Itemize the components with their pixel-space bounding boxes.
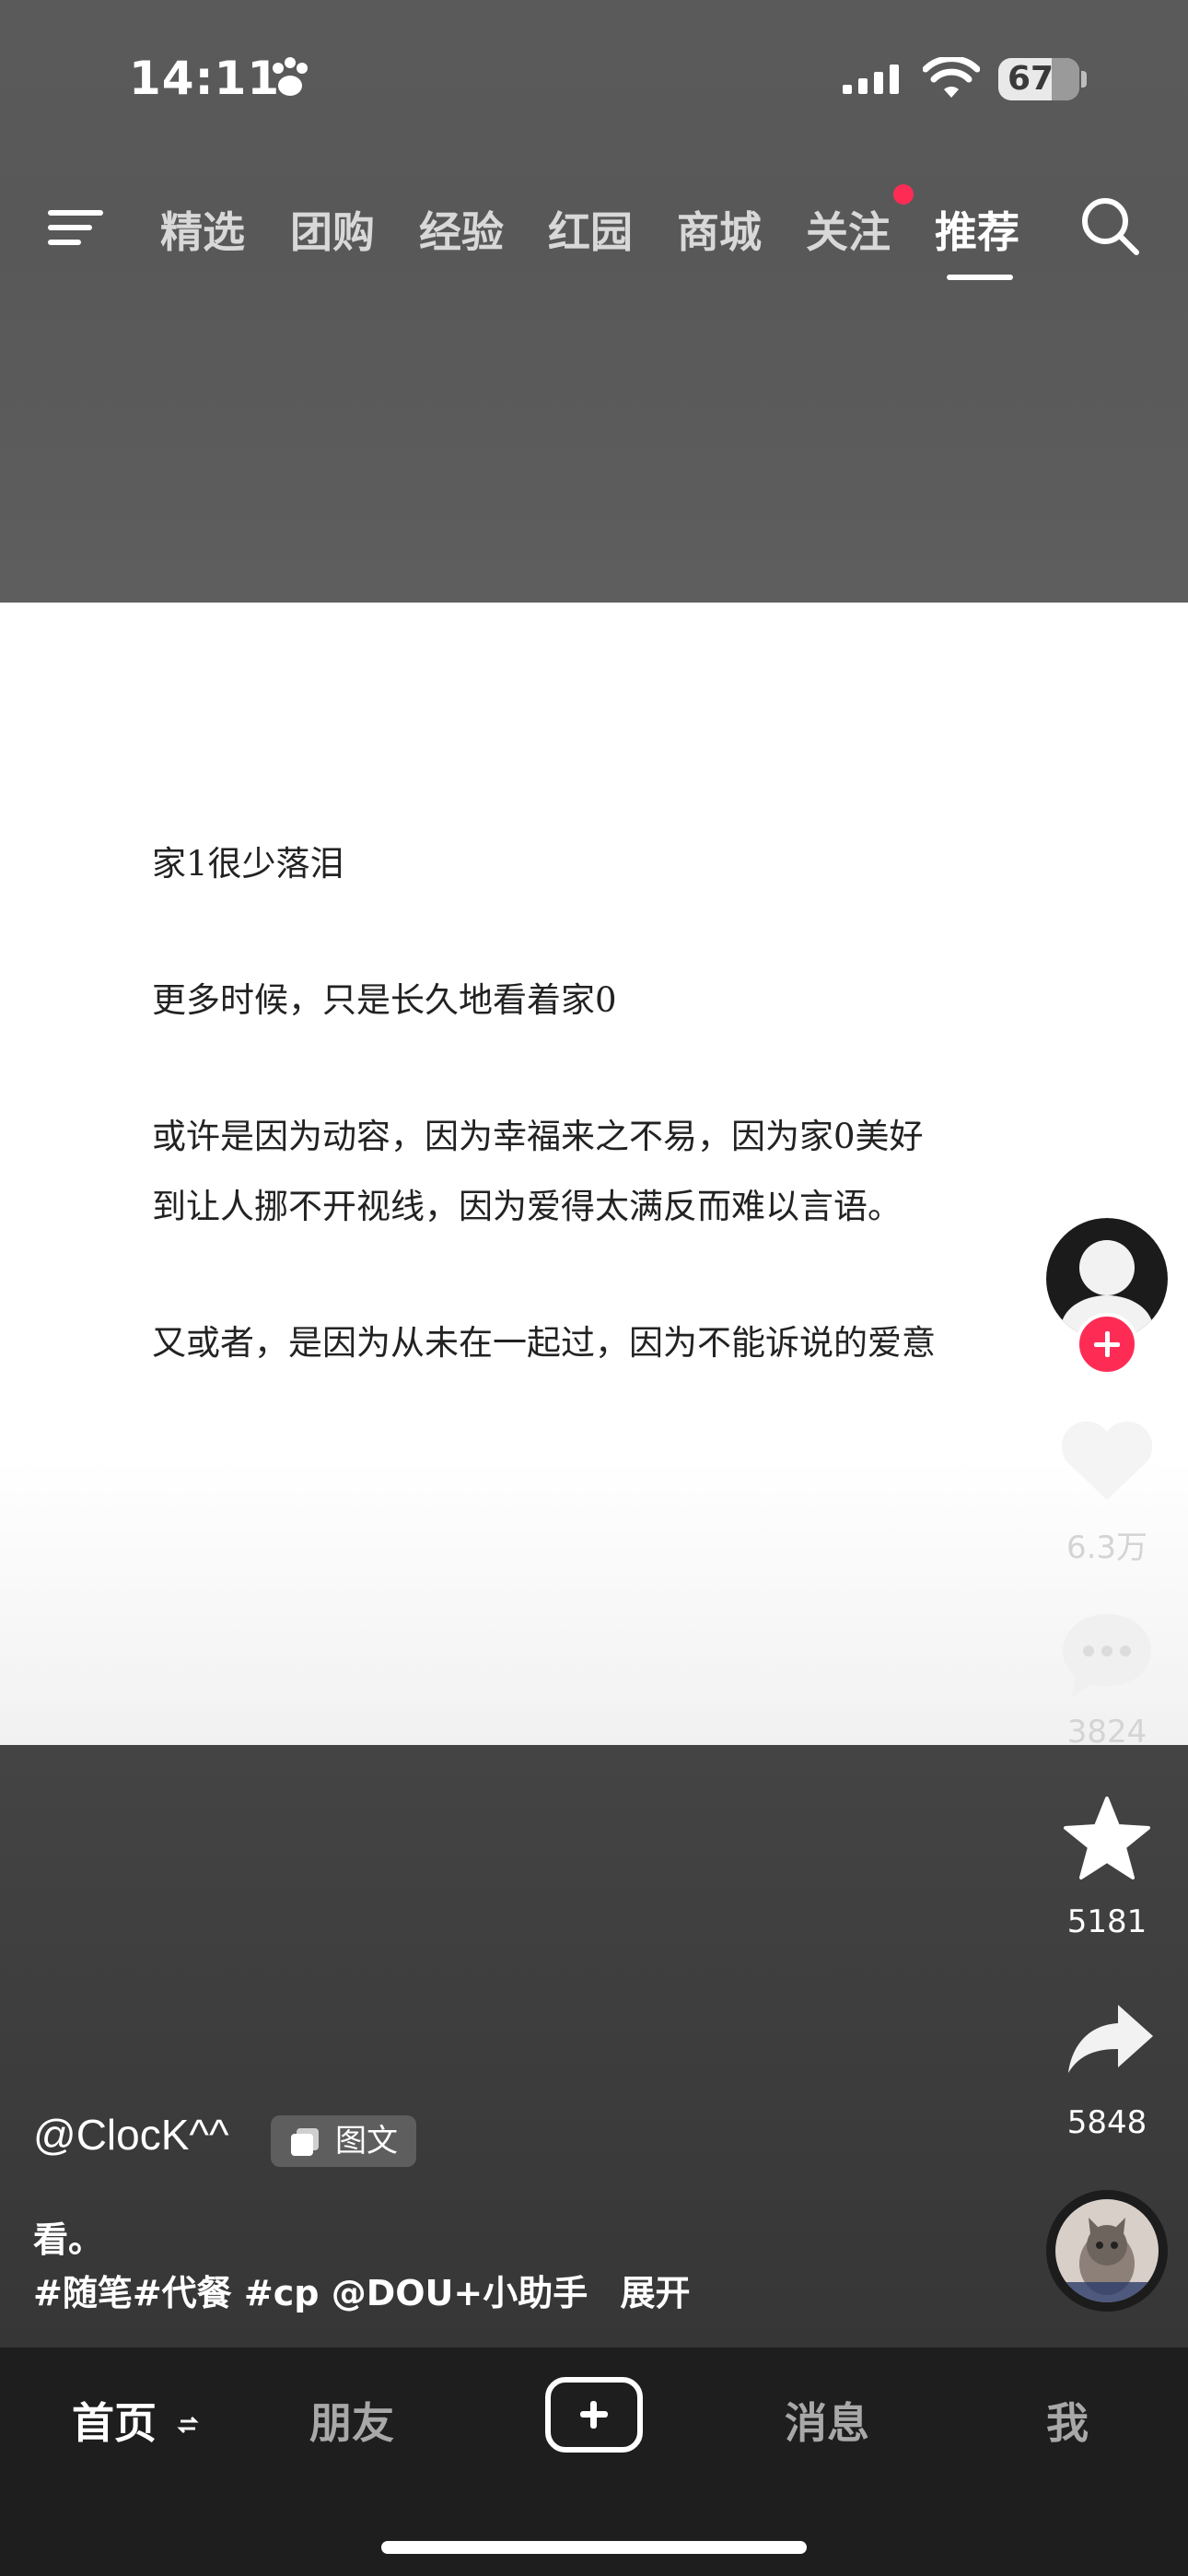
music-disc-avatar[interactable] — [1046, 2190, 1168, 2312]
tab-shangcheng[interactable]: 商城 — [677, 199, 762, 260]
expand-button[interactable]: 展开 — [620, 2273, 690, 2313]
plus-icon — [580, 2401, 608, 2429]
battery-level: 67 — [1007, 60, 1054, 98]
kitten-cover-image — [1055, 2199, 1159, 2302]
bottom-tab-bar: 首页 朋友 消息 我 — [0, 2348, 1188, 2576]
description-hashtags[interactable]: #随笔#代餐 #cp @DOU+小助手 — [33, 2273, 588, 2313]
post-paragraph-4: 又或者，是因为从未在一起过，因为不能诉说的爱意 — [152, 1323, 936, 1363]
active-tab-indicator — [947, 275, 1013, 280]
favorite-count: 5181 — [1066, 1903, 1147, 1940]
battery-tip — [1081, 71, 1087, 88]
tab-jingyan[interactable]: 经验 — [419, 199, 504, 260]
post-type-tag: 图文 — [271, 2115, 416, 2167]
favorite-star-icon[interactable] — [1061, 1795, 1153, 1883]
share-arrow-icon[interactable] — [1065, 2001, 1157, 2078]
image-text-icon — [291, 2128, 319, 2156]
tab-tuangou[interactable]: 团购 — [290, 199, 375, 260]
post-paragraph-2: 更多时候，只是长久地看着家0 — [152, 980, 617, 1020]
like-count: 6.3万 — [1066, 1529, 1148, 1566]
create-button[interactable] — [545, 2377, 643, 2453]
tabbar-home[interactable]: 首页 — [72, 2390, 199, 2451]
battery-empty-part — [1052, 58, 1079, 100]
share-count: 5848 — [1066, 2104, 1147, 2141]
tabbar-messages[interactable]: 消息 — [785, 2390, 869, 2451]
status-time: 14:11 — [129, 52, 281, 105]
post-paragraph-3b: 到让人挪不开视线，因为爱得太满反而难以言语。 — [152, 1187, 902, 1226]
comment-count: 3824 — [1066, 1714, 1147, 1751]
tab-tuijian[interactable]: 推荐 — [935, 199, 1019, 260]
search-icon[interactable] — [1077, 193, 1144, 260]
follow-notification-dot — [893, 184, 914, 205]
follow-button[interactable] — [1076, 1313, 1138, 1376]
wifi-icon — [923, 57, 980, 98]
paw-icon — [273, 57, 308, 96]
author-name[interactable]: @ClocK^^ — [33, 2110, 229, 2160]
home-indicator — [381, 2541, 807, 2554]
post-paragraph-3a: 或许是因为动容，因为幸福来之不易，因为家0美好 — [152, 1117, 924, 1156]
cellular-signal-icon — [843, 64, 899, 94]
description-line-1: 看。 — [33, 2219, 104, 2260]
post-image-card[interactable]: 家1很少落泪 更多时候，只是长久地看着家0 或许是因为动容，因为幸福来之不易，因… — [0, 603, 1188, 1745]
status-bar: 14:11 67 — [0, 0, 1188, 161]
tab-hongyuan[interactable]: 红园 — [548, 199, 633, 260]
top-nav: 精选 团购 经验 红园 商城 关注 推荐 — [0, 175, 1188, 286]
menu-icon[interactable] — [46, 203, 107, 252]
tab-jingxuan[interactable]: 精选 — [160, 199, 245, 260]
tabbar-friends[interactable]: 朋友 — [309, 2390, 394, 2451]
tab-guanzhu[interactable]: 关注 — [806, 199, 891, 260]
tabbar-home-label: 首页 — [72, 2398, 157, 2448]
battery-indicator: 67 — [998, 58, 1079, 100]
description-line-2: #随笔#代餐 #cp @DOU+小助手 展开 — [33, 2265, 691, 2315]
comment-icon[interactable] — [1059, 1609, 1155, 1701]
post-paragraph-1: 家1很少落泪 — [152, 844, 344, 884]
swap-arrows-icon — [177, 2416, 199, 2434]
bottom-background — [0, 1745, 1188, 2348]
tabbar-me[interactable]: 我 — [1046, 2390, 1089, 2451]
like-heart-icon[interactable] — [1057, 1417, 1157, 1505]
post-type-label: 图文 — [335, 2123, 398, 2160]
